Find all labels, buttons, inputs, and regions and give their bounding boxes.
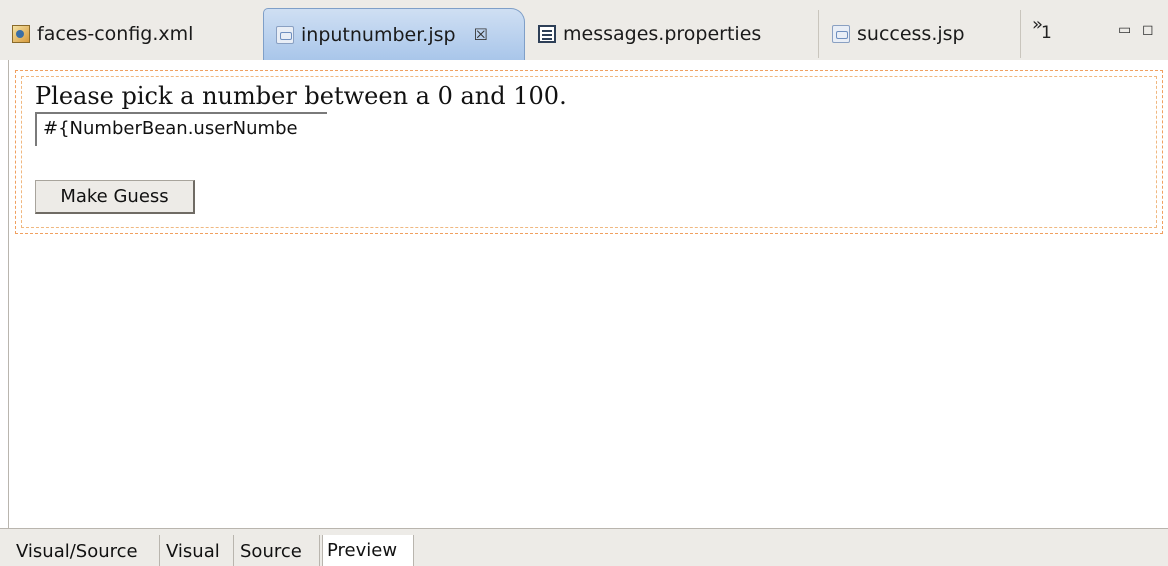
tab-faces-config[interactable]: faces-config.xml xyxy=(0,8,262,60)
jsp-editor-window: faces-config.xml inputnumber.jsp ☒ messa… xyxy=(0,0,1168,566)
tab-preview[interactable]: Preview xyxy=(322,535,414,566)
tab-inputnumber-jsp[interactable]: inputnumber.jsp ☒ xyxy=(263,8,525,60)
tab-messages-properties[interactable]: messages.properties xyxy=(526,8,816,60)
maximize-icon[interactable]: ◻ xyxy=(1142,22,1154,38)
prompt-text: Please pick a number between a 0 and 100… xyxy=(35,82,567,110)
tab-source[interactable]: Source xyxy=(236,535,320,566)
minimize-icon[interactable]: ▭ xyxy=(1118,22,1131,38)
tab-visual-source[interactable]: Visual/Source xyxy=(12,535,160,566)
make-guess-button[interactable]: Make Guess xyxy=(35,180,195,214)
tab-label: success.jsp xyxy=(857,23,965,45)
tab-label: faces-config.xml xyxy=(37,23,194,45)
number-input[interactable]: #{NumberBean.userNumbe xyxy=(35,112,327,146)
faces-config-file-icon xyxy=(12,25,30,43)
tab-divider xyxy=(1020,10,1021,58)
properties-file-icon xyxy=(538,25,556,43)
tab-overflow-button[interactable]: »1 xyxy=(1032,14,1054,43)
visual-preview-area: Please pick a number between a 0 and 100… xyxy=(8,60,1168,528)
tab-visual[interactable]: Visual xyxy=(162,535,234,566)
tab-divider xyxy=(818,10,819,58)
tab-label: inputnumber.jsp xyxy=(301,23,456,46)
tab-success-jsp[interactable]: success.jsp xyxy=(820,8,1020,60)
close-tab-icon[interactable]: ☒ xyxy=(474,25,488,44)
editor-mode-tabs: Visual/Source Visual Source Preview xyxy=(0,528,1168,566)
editor-tab-bar: faces-config.xml inputnumber.jsp ☒ messa… xyxy=(0,0,1168,60)
jsp-file-icon xyxy=(276,25,294,44)
overflow-count: 1 xyxy=(1041,23,1052,43)
tab-label: messages.properties xyxy=(563,23,762,45)
jsp-file-icon xyxy=(832,25,850,43)
